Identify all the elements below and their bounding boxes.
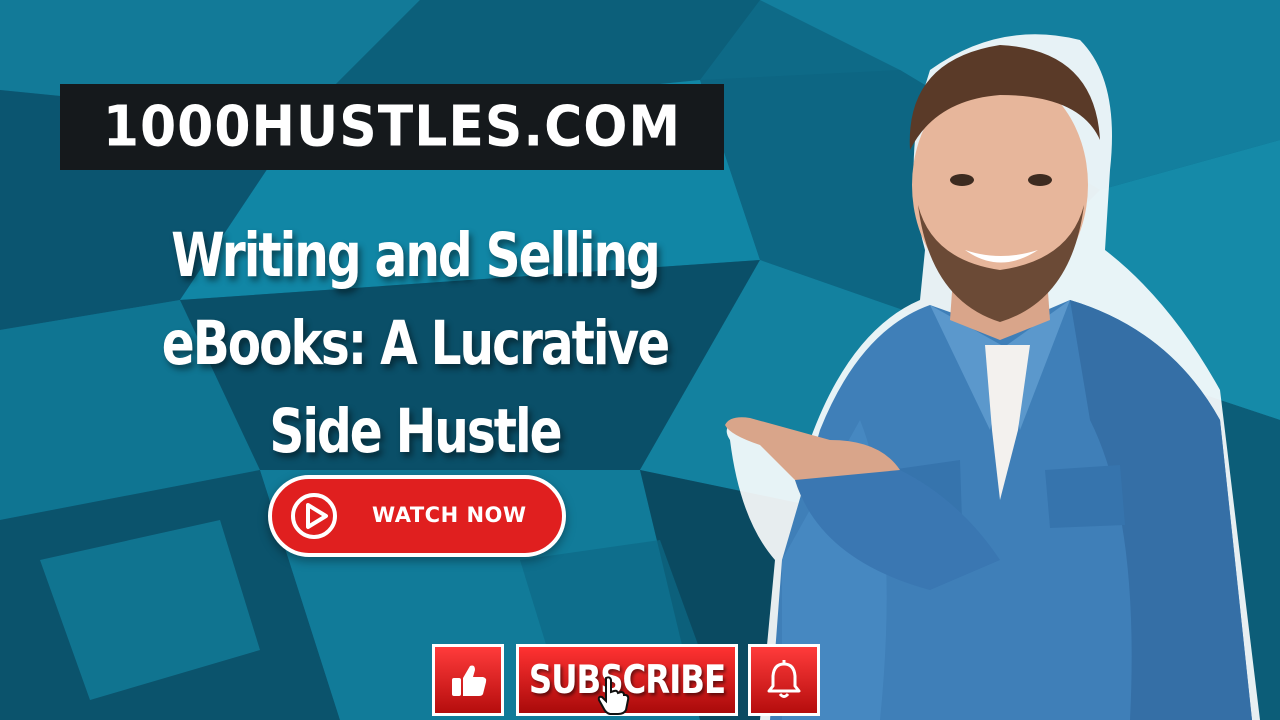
notification-bell-button[interactable] bbox=[748, 644, 820, 716]
presenter-photo bbox=[725, 34, 1260, 720]
headline-line-2: eBooks: A Lucrative bbox=[161, 308, 670, 379]
watch-now-label: WATCH NOW bbox=[372, 503, 527, 527]
bell-icon bbox=[767, 660, 801, 698]
headline-line-3: Side Hustle bbox=[269, 396, 562, 467]
brand-banner: 1000HUSTLES.COM bbox=[60, 84, 724, 170]
play-circle-icon bbox=[291, 493, 337, 539]
hand-cursor-icon bbox=[597, 676, 630, 715]
headline-line-1: Writing and Selling bbox=[171, 220, 661, 291]
video-headline: Writing and Selling eBooks: A Lucrative … bbox=[110, 212, 720, 476]
thumbs-up-icon bbox=[452, 665, 487, 696]
brand-title: 1000HUSTLES.COM bbox=[102, 94, 682, 160]
like-button[interactable] bbox=[432, 644, 504, 716]
watch-now-button[interactable]: WATCH NOW bbox=[268, 475, 566, 557]
